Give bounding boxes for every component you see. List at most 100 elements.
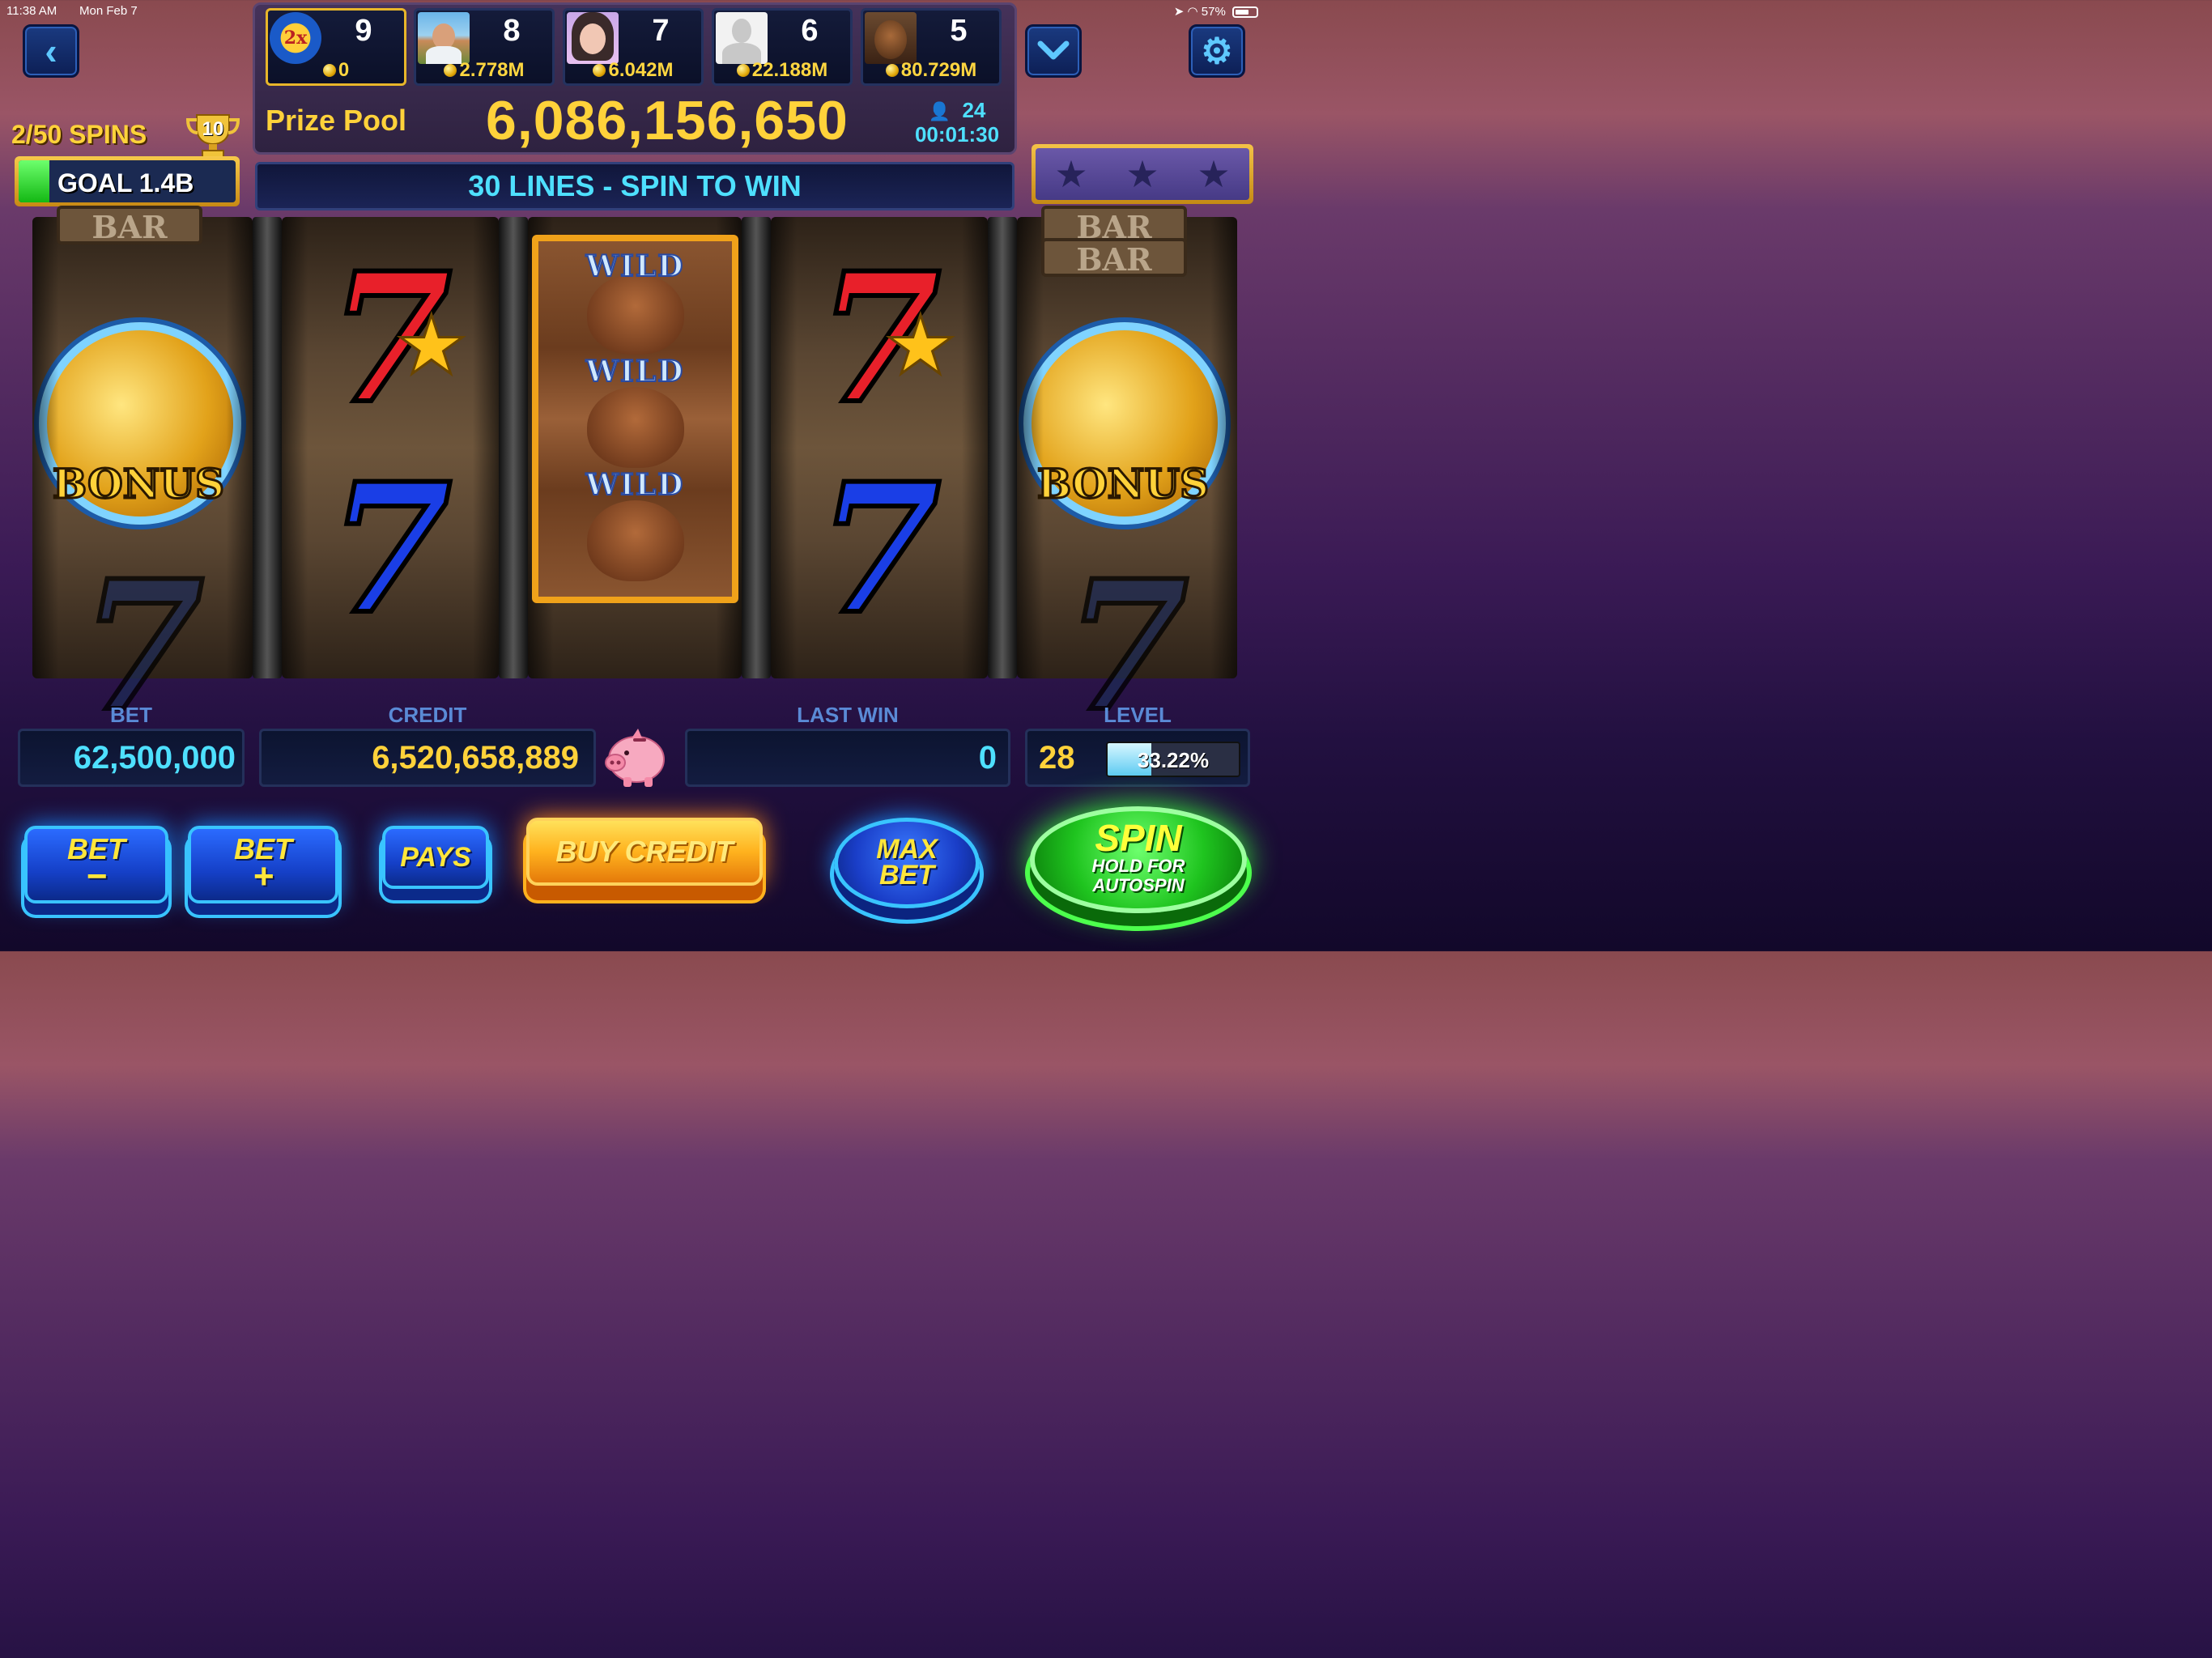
max-bet-label-bottom: BET	[879, 860, 934, 891]
leaderboard-player[interactable]: 7 6.042M	[563, 8, 704, 86]
credit-label: CREDIT	[388, 703, 467, 727]
status-right: ➤ ◠ 57%	[1174, 4, 1258, 19]
star-icon: ★	[1054, 153, 1088, 195]
wild-label: WILD	[585, 467, 685, 503]
chevron-down-icon	[1037, 40, 1070, 60]
trophy-value: 10	[202, 118, 224, 140]
wild-buffalo-symbol: WILD WILD WILD	[532, 235, 738, 603]
2x-badge-text: 2x	[283, 28, 308, 49]
location-icon: ➤	[1173, 5, 1185, 19]
player-rank: 6	[801, 14, 819, 48]
battery-icon	[1232, 6, 1258, 19]
coin-icon	[322, 64, 336, 77]
spins-counter: 2/50 SPINS	[11, 120, 147, 149]
bet-plus-button[interactable]: BET +	[188, 826, 338, 903]
goal-progress-fill	[19, 160, 49, 202]
bar-symbol: BAR	[1041, 238, 1187, 278]
player-coins: 6.042M	[565, 59, 701, 82]
bonus-coin-symbol	[1023, 322, 1226, 525]
player-rank: 9	[355, 14, 372, 48]
credit-value: 6,520,658,889	[259, 729, 596, 787]
goal-progress: GOAL 1.4B	[15, 156, 240, 206]
bonus-coin-symbol	[39, 322, 241, 525]
coin-icon	[736, 64, 750, 77]
user-icon: 👤	[928, 101, 951, 121]
plus-icon: +	[253, 857, 274, 896]
avatar	[865, 12, 917, 64]
coin-icon	[593, 64, 606, 77]
lines-banner: 30 LINES - SPIN TO WIN	[255, 162, 1015, 210]
wifi-icon: ◠	[1187, 5, 1198, 19]
reel-4: 7 ★ 7	[771, 217, 988, 678]
level-label: LEVEL	[1104, 703, 1172, 727]
trophy-icon: 10	[185, 112, 241, 160]
bar-symbol: BAR	[57, 206, 202, 245]
settings-button[interactable]: ⚙	[1189, 24, 1245, 78]
avatar	[567, 12, 619, 64]
seven-symbol: 7	[815, 444, 943, 653]
minus-icon: −	[86, 857, 107, 896]
spin-label: SPIN	[1095, 817, 1182, 859]
pays-button[interactable]: PAYS	[382, 826, 489, 889]
player-coins: 0	[268, 59, 404, 82]
spin-hold-label: HOLD FOR	[1091, 856, 1185, 876]
chevron-left-icon: ‹	[45, 30, 57, 72]
buffalo-head	[587, 387, 684, 468]
leaderboard-player-self[interactable]: 2x 9 0	[266, 8, 406, 86]
player-rank: 7	[652, 14, 670, 48]
players-online-count: 24	[962, 98, 986, 122]
battery-percent: 57%	[1201, 5, 1226, 19]
avatar	[418, 12, 470, 64]
wild-label: WILD	[585, 249, 685, 284]
dropdown-button[interactable]	[1025, 24, 1082, 78]
player-coins: 2.778M	[416, 59, 552, 82]
reel-divider	[253, 217, 282, 678]
bet-value: 62,500,000	[18, 729, 245, 787]
star-icon: ★	[1197, 153, 1231, 195]
level-value: 28	[1039, 740, 1075, 776]
star-icon: ★	[394, 300, 470, 393]
prize-pool-label: Prize Pool	[266, 104, 407, 137]
default-avatar-icon	[716, 12, 768, 64]
star-icon: ★	[883, 300, 959, 393]
wild-label: WILD	[585, 354, 685, 389]
level-progress-text: 33.22%	[1137, 748, 1210, 772]
back-button[interactable]: ‹	[23, 24, 79, 78]
last-win-value: 0	[685, 729, 1010, 787]
bonus-symbol-label: BONUS	[1036, 459, 1210, 509]
buy-credit-button[interactable]: BUY CREDIT	[526, 818, 763, 886]
goal-label: GOAL 1.4B	[57, 168, 194, 198]
leaderboard-player[interactable]: 6 22.188M	[712, 8, 853, 86]
leaderboard-player[interactable]: 5 80.729M	[861, 8, 1002, 86]
max-bet-label-top: MAX	[876, 834, 938, 865]
bet-minus-button[interactable]: BET −	[24, 826, 168, 903]
player-rank: 8	[503, 14, 521, 48]
reel-5: BAR BAR BONUS 7	[1017, 206, 1237, 738]
seven-symbol: 7	[325, 444, 454, 653]
piggy-bank-icon[interactable]	[599, 721, 670, 792]
reel-2: 7 ★ 7	[282, 217, 499, 678]
players-online: 👤 24 00:01:30	[908, 99, 1006, 146]
status-time: 11:38 AM	[6, 4, 57, 18]
reel-1: BAR BONUS 7	[32, 206, 253, 738]
level-progress-bar: 33.22%	[1106, 742, 1240, 777]
coin-icon	[444, 64, 457, 77]
status-date: Mon Feb 7	[79, 4, 138, 18]
max-bet-button[interactable]: MAX BET	[834, 818, 980, 908]
spin-button[interactable]: SPIN HOLD FOR AUTOSPIN	[1030, 806, 1247, 913]
leaderboard-player[interactable]: 8 2.778M	[414, 8, 555, 86]
bar-symbol: BAR	[1041, 206, 1187, 245]
slot-reels[interactable]: BAR BONUS 7 7 ★ 7 WILD WILD WILD 7 ★ 7 B…	[32, 206, 1237, 738]
reel-divider	[742, 217, 771, 678]
buffalo-head	[587, 500, 684, 581]
player-coins: 22.188M	[714, 59, 850, 82]
star-icon: ★	[1125, 153, 1159, 195]
prize-pool-value: 6,086,156,650	[486, 90, 849, 151]
avatar: 2x	[270, 12, 321, 64]
tournament-timer: 00:01:30	[914, 122, 1000, 147]
bonus-symbol-label: BONUS	[51, 459, 225, 509]
seven-symbol: 7	[815, 233, 943, 443]
buffalo-head	[587, 274, 684, 355]
player-coins: 80.729M	[863, 59, 999, 82]
bet-label: BET	[110, 703, 152, 727]
